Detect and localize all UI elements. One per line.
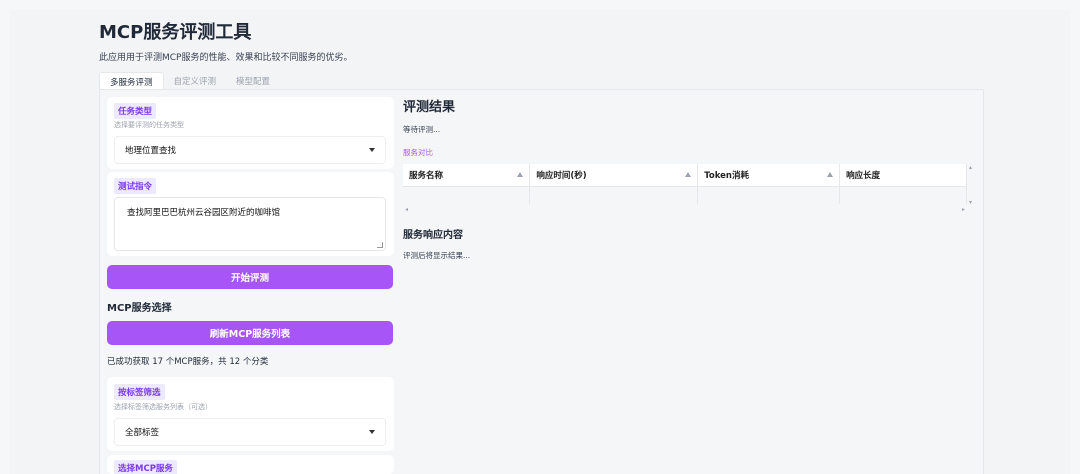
tab-custom[interactable]: 自定义评测 xyxy=(164,72,227,90)
results-title: 评测结果 xyxy=(403,100,456,115)
compare-table-grid: 服务名称 响应时间(秒) Token消耗 响应长度 xyxy=(403,164,967,204)
column-header-service-name[interactable]: 服务名称 xyxy=(403,164,531,187)
task-type-select[interactable]: 地理位置查找 xyxy=(114,136,386,164)
instruction-value: 查找阿里巴巴杭州云谷园区附近的咖啡馆 xyxy=(127,208,281,218)
column-header-token[interactable]: Token消耗 xyxy=(697,164,841,187)
table-row xyxy=(403,186,967,204)
scroll-right-icon[interactable]: ▸ xyxy=(962,206,965,213)
mcp-status-text: 已成功获取 17 个MCP服务，共 12 个分类 xyxy=(107,357,269,367)
resize-handle-icon[interactable] xyxy=(377,242,383,248)
sort-icon[interactable] xyxy=(827,172,834,177)
task-type-value: 地理位置查找 xyxy=(125,146,177,156)
tab-bar: 多服务评测 自定义评测 模型配置 xyxy=(99,72,280,90)
scroll-up-icon[interactable]: ▴ xyxy=(969,164,972,171)
vertical-scrollbar[interactable]: ▴ ▾ xyxy=(965,164,973,206)
instruction-label: 测试指令 xyxy=(114,178,157,194)
response-placeholder: 评测后将显示结果... xyxy=(403,251,471,260)
chevron-down-icon xyxy=(369,430,375,434)
tab-multi-service[interactable]: 多服务评测 xyxy=(99,72,164,90)
page-description: 此应用用于评测MCP服务的性能、效果和比较不同服务的优劣。 xyxy=(99,53,353,63)
tag-filter-label: 按标签筛选 xyxy=(114,384,165,400)
scroll-down-icon[interactable]: ▾ xyxy=(969,199,972,206)
tag-filter-select[interactable]: 全部标签 xyxy=(114,418,386,446)
task-type-label: 任务类型 xyxy=(114,103,157,119)
tag-filter-hint: 选择标签筛选服务列表（可选） xyxy=(114,403,212,411)
mcp-section-title: MCP服务选择 xyxy=(107,303,172,314)
sort-icon[interactable] xyxy=(517,172,524,177)
compare-table: 服务名称 响应时间(秒) Token消耗 响应长度 ◂ ▸ ▴ ▾ xyxy=(403,162,973,218)
task-type-hint: 选择要评测的任务类型 xyxy=(114,121,184,129)
column-header-response-length[interactable]: 响应长度 xyxy=(839,164,967,187)
compare-label: 服务对比 xyxy=(403,148,433,157)
instruction-textarea[interactable]: 查找阿里巴巴杭州云谷园区附近的咖啡馆 xyxy=(114,197,386,251)
results-status: 等待评测... xyxy=(403,125,441,134)
column-header-response-time[interactable]: 响应时间(秒) xyxy=(529,164,699,187)
start-evaluation-button[interactable]: 开始评测 xyxy=(107,265,393,289)
scroll-left-icon[interactable]: ◂ xyxy=(405,206,408,213)
chevron-down-icon xyxy=(369,148,375,152)
sort-icon[interactable] xyxy=(685,172,692,177)
page-title: MCP服务评测工具 xyxy=(99,22,252,43)
tag-filter-value: 全部标签 xyxy=(125,428,160,438)
response-section-title: 服务响应内容 xyxy=(403,230,463,241)
select-mcp-label: 选择MCP服务 xyxy=(114,460,177,474)
tab-model-config[interactable]: 模型配置 xyxy=(226,72,280,90)
horizontal-scrollbar[interactable]: ◂ ▸ xyxy=(403,206,967,214)
refresh-mcp-button[interactable]: 刷新MCP服务列表 xyxy=(107,321,393,345)
